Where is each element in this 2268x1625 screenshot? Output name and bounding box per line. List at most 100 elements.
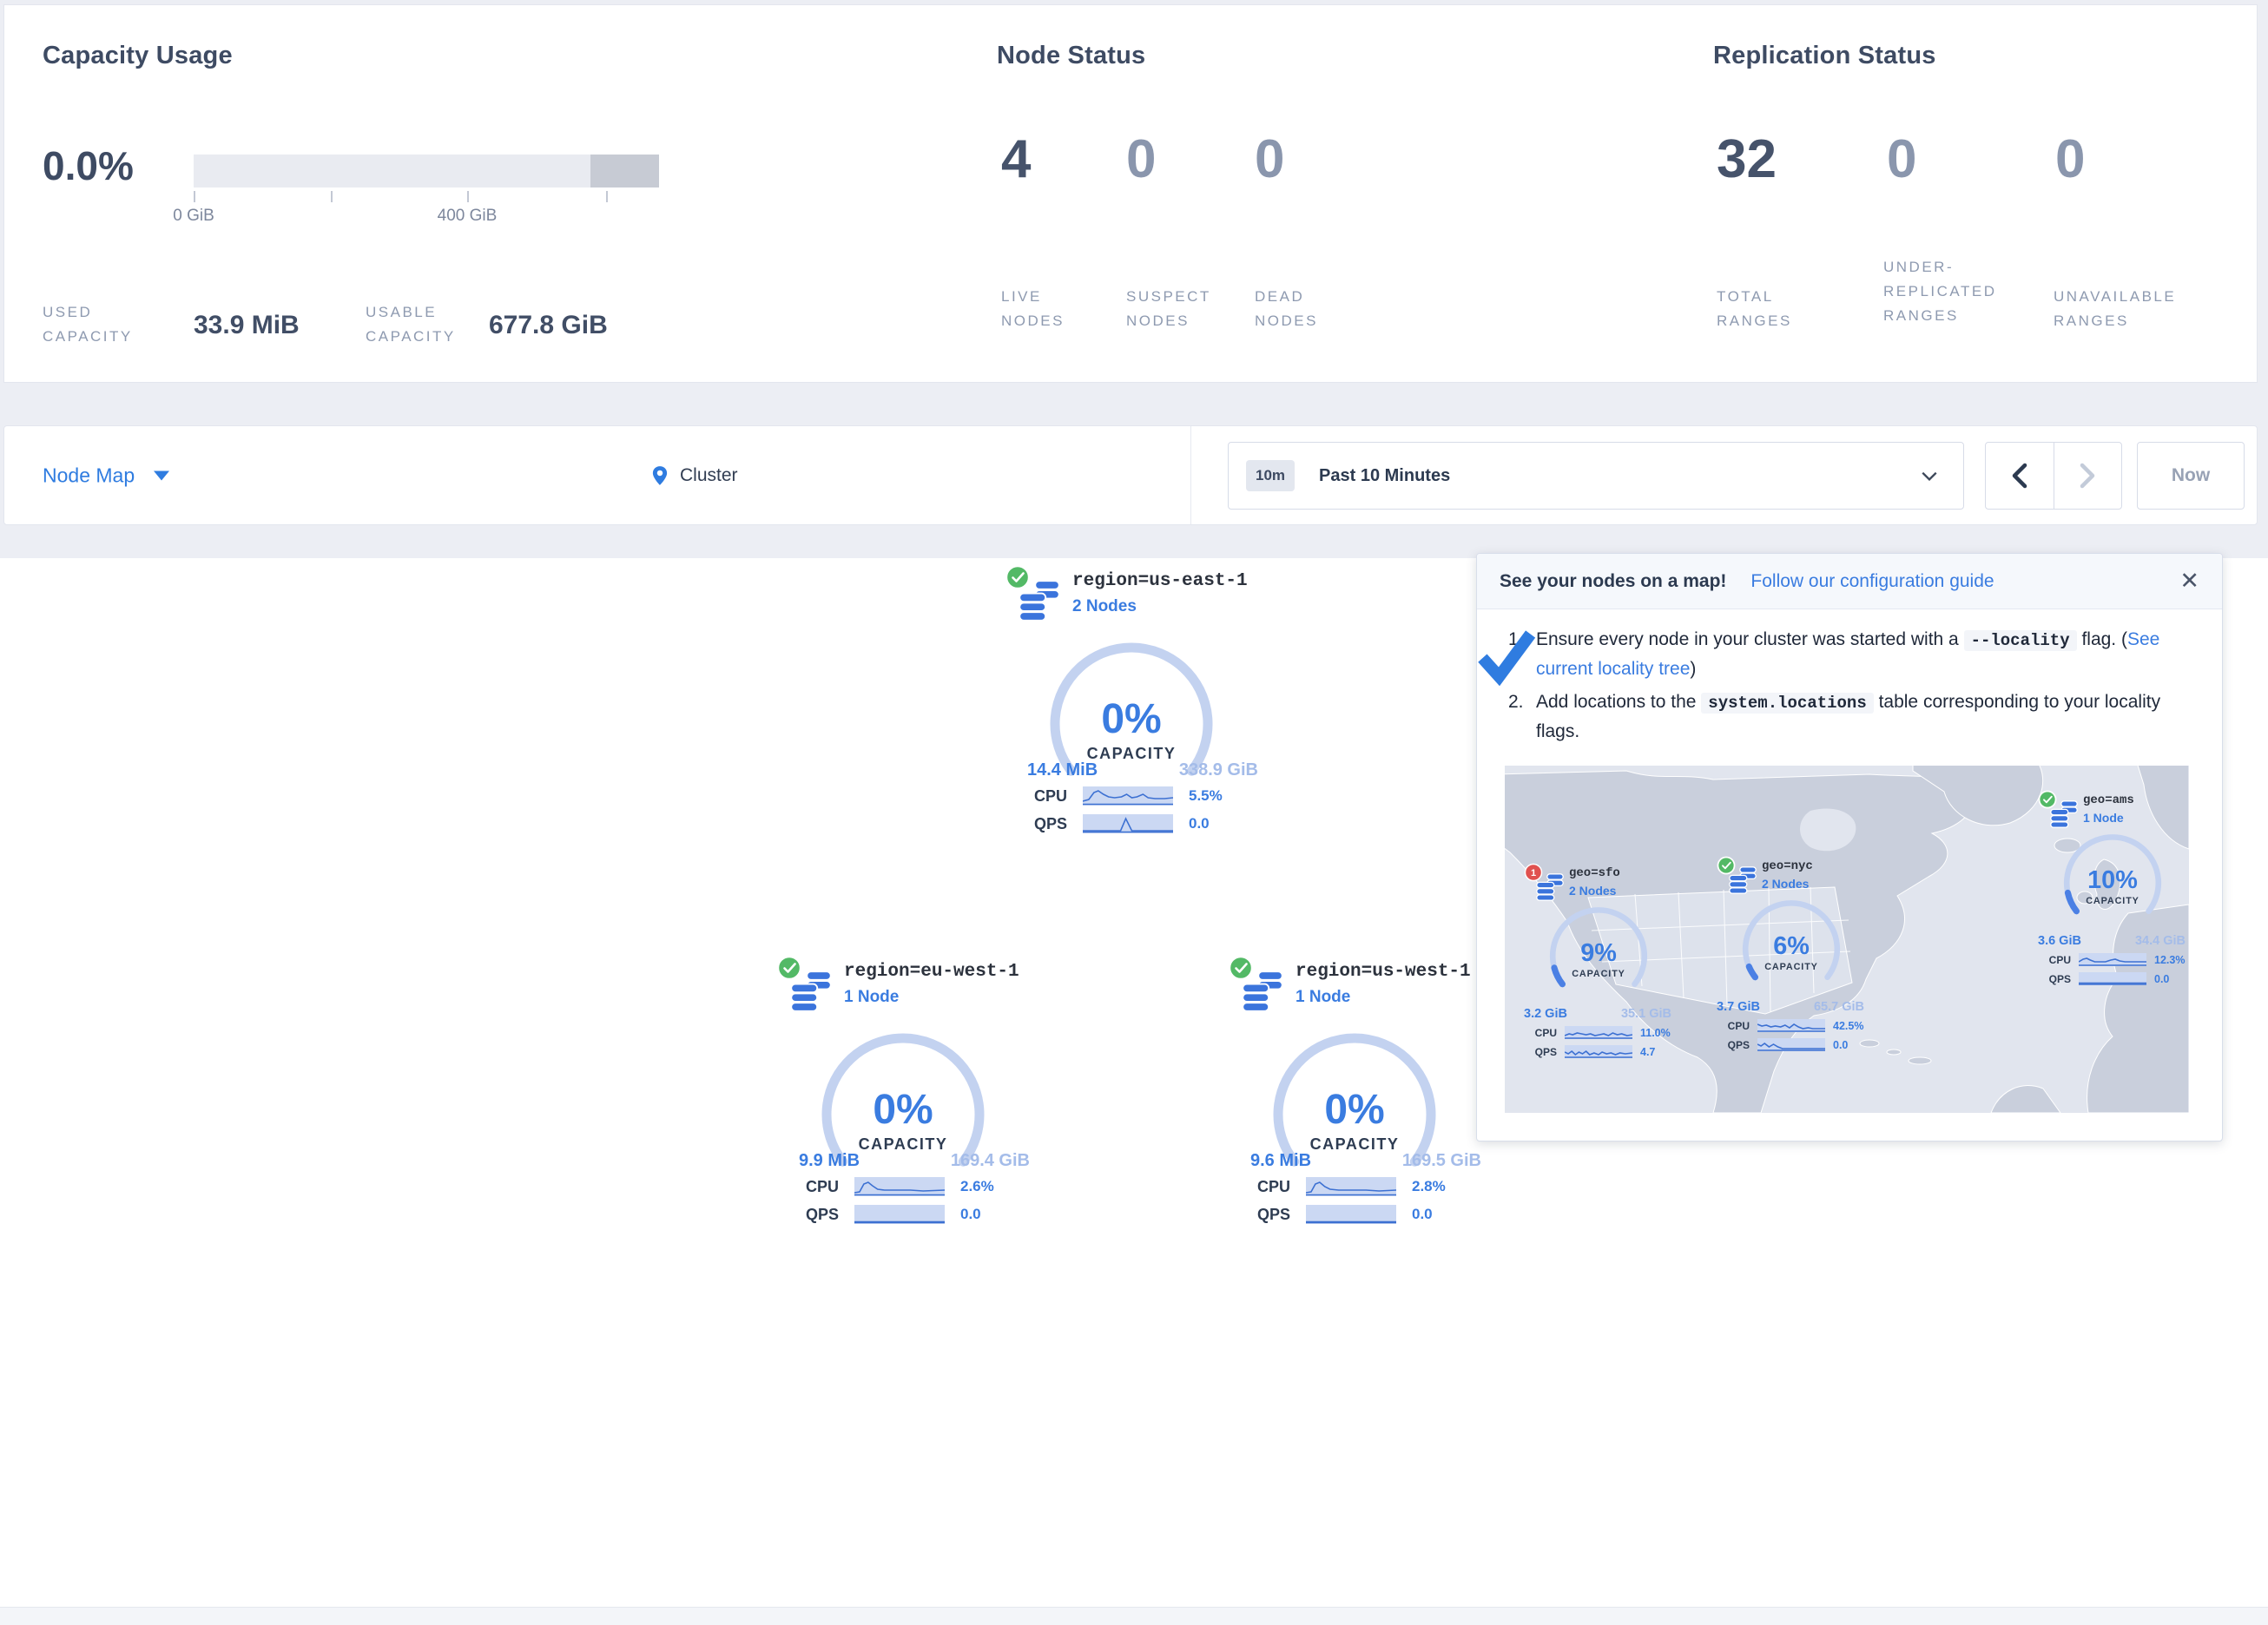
total-capacity: 169.5 GiB [1402, 1151, 1481, 1171]
region-label[interactable]: region=us-east-1 [1072, 571, 1248, 591]
qps-value: 0.0 [2154, 973, 2169, 985]
node-count-link[interactable]: 1 Node [1296, 988, 1471, 1007]
total-capacity: 338.9 GiB [1179, 760, 1258, 780]
live-nodes-label: LIVE NODES [1001, 285, 1084, 333]
system-locations-code: system.locations [1701, 693, 1873, 714]
used-capacity: 3.2 GiB [1524, 1007, 1567, 1021]
cpu-sparkline [854, 1177, 945, 1196]
node-count-link[interactable]: 2 Nodes [1072, 597, 1248, 616]
qps-sparkline [2079, 972, 2146, 985]
qps-sparkline [1565, 1045, 1632, 1058]
node-map-config-popup: See your nodes on a map! Follow our conf… [1476, 553, 2223, 1141]
used-capacity-value: 33.9 MiB [194, 311, 300, 340]
used-capacity: 9.9 MiB [799, 1151, 860, 1171]
total-capacity: 169.4 GiB [951, 1151, 1030, 1171]
cpu-value: 5.5% [1189, 787, 1223, 805]
locality-flag-code: --locality [1964, 630, 2077, 651]
total-capacity: 35.1 GiB [1621, 1007, 1671, 1021]
node-count: 2 Nodes [1762, 877, 1813, 891]
database-icon [2050, 800, 2078, 828]
region-label: geo=sfo [1569, 866, 1620, 880]
step-1: 1. Ensure every node in your cluster was… [1508, 625, 2194, 684]
close-icon[interactable]: ✕ [2179, 569, 2199, 593]
capacity-caption: CAPACITY [1087, 745, 1177, 762]
qps-sparkline [1757, 1038, 1825, 1051]
cpu-value: 12.3% [2154, 954, 2185, 966]
now-button-label: Now [2172, 465, 2210, 486]
capacity-caption: CAPACITY [1572, 969, 1625, 979]
step-text: ) [1690, 659, 1696, 679]
cpu-sparkline [1083, 786, 1173, 806]
time-range-dropdown[interactable]: 10m Past 10 Minutes [1228, 442, 1964, 510]
cpu-label: CPU [1252, 1178, 1290, 1196]
qps-label: QPS [2041, 973, 2071, 985]
axis-tick [467, 191, 469, 202]
axis-tick [331, 191, 333, 202]
view-selector-dropdown[interactable]: Node Map [43, 464, 169, 487]
step-number: 2. [1508, 688, 1536, 747]
breadcrumb[interactable]: Cluster [649, 464, 738, 487]
usable-capacity-label: USABLE CAPACITY [366, 300, 504, 349]
chevron-right-icon [2078, 463, 2097, 489]
qps-sparkline [1083, 814, 1173, 833]
region-label[interactable]: region=us-west-1 [1296, 962, 1471, 982]
unavailable-ranges-label: UNAVAILABLE RANGES [2054, 285, 2214, 333]
chevron-down-icon [154, 470, 169, 480]
capacity-percent: 10% [2087, 866, 2138, 894]
live-nodes-value: 4 [1001, 128, 1031, 190]
time-back-button[interactable] [1986, 443, 2054, 509]
qps-label: QPS [1029, 815, 1067, 833]
chevron-left-icon [2010, 463, 2029, 489]
under-replicated-ranges-value: 0 [1887, 128, 1916, 190]
cpu-label: CPU [2041, 954, 2071, 966]
configuration-guide-link[interactable]: Follow our configuration guide [1750, 571, 1994, 592]
cpu-value: 2.8% [1412, 1178, 1446, 1195]
qps-sparkline [1306, 1205, 1396, 1224]
capacity-gauge: 0% CAPACITY [816, 1026, 990, 1200]
location-pin-icon [649, 464, 671, 487]
cpu-label: CPU [1527, 1027, 1557, 1039]
capacity-gauge: 0% CAPACITY [1268, 1026, 1441, 1200]
cpu-value: 11.0% [1640, 1027, 1671, 1039]
unavailable-ranges-value: 0 [2055, 128, 2085, 190]
qps-label: QPS [1720, 1039, 1750, 1051]
node-count-link[interactable]: 1 Node [844, 988, 1019, 1007]
locality-marker-us-west-1: region=us-west-1 1 Node 0% CAPACITY 9.6 … [1207, 953, 1502, 1245]
popup-header: See your nodes on a map! Follow our conf… [1477, 554, 2222, 609]
now-button[interactable]: Now [2137, 442, 2245, 510]
time-range-badge: 10m [1246, 460, 1295, 491]
example-node-map-illustration: 1 geo=sfo 2 Nodes 9% CAPACITY 3.2 GiB 35… [1505, 766, 2189, 1113]
healthy-check-icon [1005, 564, 1031, 590]
capacity-gauge: 6% CAPACITY [1739, 896, 1843, 1000]
step-text: Ensure every node in your cluster was st… [1536, 629, 1964, 649]
qps-value: 0.0 [1189, 815, 1210, 832]
capacity-usage-bar-reserved-segment [590, 155, 659, 188]
used-capacity-label: USED CAPACITY [43, 300, 181, 349]
capacity-usage-percent: 0.0% [43, 142, 134, 189]
healthy-check-icon [1228, 955, 1254, 981]
used-capacity: 9.6 MiB [1250, 1151, 1311, 1171]
qps-label: QPS [1252, 1206, 1290, 1224]
axis-tick-label: 0 GiB [159, 207, 228, 226]
time-forward-button[interactable] [2054, 443, 2122, 509]
toolbar-divider [1190, 426, 1191, 524]
capacity-gauge: 0% CAPACITY [1045, 635, 1218, 809]
cpu-value: 2.6% [960, 1178, 994, 1195]
cpu-sparkline [1757, 1019, 1825, 1032]
chevron-down-icon [1922, 471, 1937, 481]
popup-title: See your nodes on a map! [1500, 571, 1726, 592]
cpu-sparkline [1306, 1177, 1396, 1196]
node-count: 1 Node [2083, 811, 2134, 825]
page-footer-strip [0, 1607, 2268, 1625]
time-step-buttons [1985, 442, 2122, 510]
dead-nodes-label: DEAD NODES [1255, 285, 1346, 333]
node-count: 2 Nodes [1569, 884, 1620, 898]
used-capacity: 14.4 MiB [1027, 760, 1098, 780]
cpu-sparkline [2079, 953, 2146, 966]
axis-tick [194, 191, 195, 202]
capacity-caption: CAPACITY [1310, 1135, 1400, 1153]
capacity-percent: 0% [873, 1087, 933, 1133]
breadcrumb-label: Cluster [680, 465, 738, 486]
region-label[interactable]: region=eu-west-1 [844, 962, 1019, 982]
view-selector-label: Node Map [43, 464, 135, 487]
